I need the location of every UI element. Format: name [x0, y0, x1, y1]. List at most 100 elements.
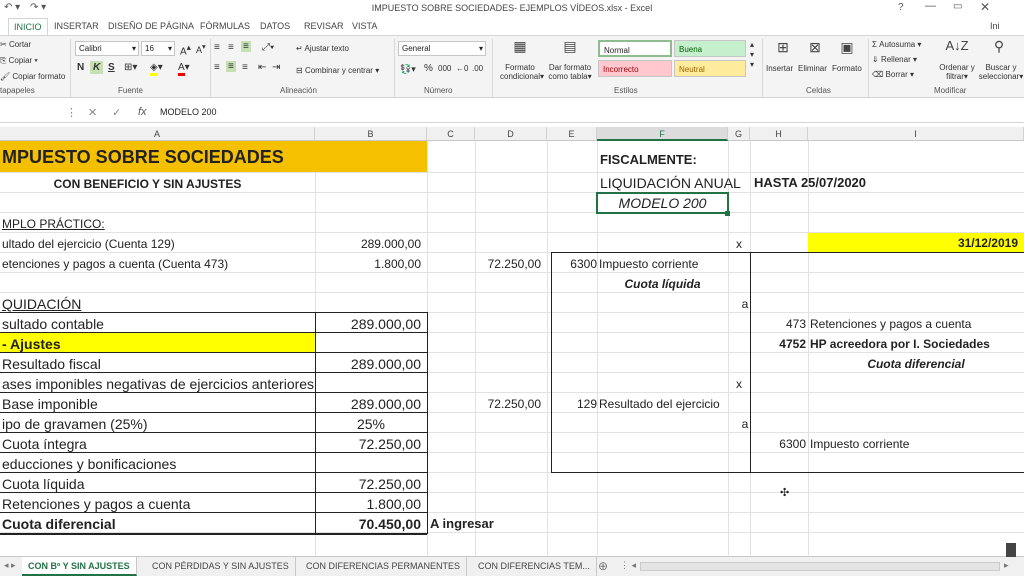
cell-h-4752[interactable]: 4752 — [750, 334, 808, 354]
cut-button[interactable]: ✂ Cortar — [0, 40, 31, 49]
align-top-icon[interactable]: ≡ — [214, 42, 220, 53]
cell-e-129[interactable]: 129 — [551, 394, 599, 414]
column-header-i[interactable]: I — [808, 127, 1024, 141]
sheet-tab-4[interactable]: CON DIFERENCIAS TEM... — [472, 557, 597, 576]
cell-a-r5[interactable]: ultado del ejercicio (Cuenta 129) — [2, 234, 315, 254]
minimize-icon[interactable]: — — [925, 0, 936, 12]
style-buena[interactable]: Buena — [674, 40, 746, 57]
tab-vista[interactable]: VISTA — [352, 18, 377, 35]
grow-font-icon[interactable]: A▴ — [180, 42, 191, 57]
cell-h-473[interactable]: 473 — [750, 314, 808, 334]
cell-f-liquidacion[interactable]: LIQUIDACIÓN ANUAL — [600, 173, 750, 193]
restore-icon[interactable]: ▭ — [953, 1, 962, 12]
sort-filter-button[interactable]: Ordenar y filtrar▾ — [938, 63, 976, 81]
column-header-d[interactable]: D — [475, 127, 547, 141]
sheet-nav-icon[interactable]: ◂ ▸ — [4, 560, 16, 571]
cell-a-r17[interactable]: Cuota líquida — [2, 474, 315, 494]
cell-b-r15[interactable]: 72.250,00 — [315, 434, 427, 454]
conditional-format-icon[interactable]: ▦ — [500, 38, 540, 55]
column-header-a[interactable]: A — [0, 127, 315, 141]
tab-revisar[interactable]: REVISAR — [304, 18, 344, 35]
shrink-font-icon[interactable]: A▾ — [196, 42, 206, 55]
thousands-button[interactable]: 000 — [438, 64, 451, 73]
formula-input[interactable]: MODELO 200 — [160, 107, 217, 117]
orientation-icon[interactable]: ⤢▾ — [262, 42, 274, 53]
cell-a-r12[interactable]: ases imponibles negativas de ejercicios … — [2, 374, 315, 394]
wrap-text-button[interactable]: ↵ Ajustar texto — [296, 44, 349, 53]
cell-b-r17[interactable]: 72.250,00 — [315, 474, 427, 494]
cell-g-a2[interactable]: a — [734, 414, 756, 434]
cell-h-6300[interactable]: 6300 — [750, 434, 808, 454]
align-middle-icon[interactable]: ≡ — [228, 42, 234, 53]
cell-b-r9[interactable]: 289.000,00 — [315, 314, 427, 334]
cell-f-modelo[interactable]: MODELO 200 — [597, 193, 728, 213]
font-size-select[interactable]: 16 ▾ — [141, 41, 175, 56]
insert-function-icon[interactable]: fx — [138, 106, 147, 118]
cell-g-x2[interactable]: x — [728, 374, 750, 394]
cell-a-r16[interactable]: educciones y bonificaciones — [2, 454, 315, 474]
scroll-right-icon[interactable]: ▸ — [1004, 560, 1009, 571]
tab-formulas[interactable]: FÓRMULAS — [200, 18, 250, 35]
cell-b-r19[interactable]: 70.450,00 — [315, 514, 427, 534]
signin-link[interactable]: Ini — [990, 18, 1000, 35]
add-sheet-icon[interactable]: ⊕ — [598, 559, 608, 573]
clear-button[interactable]: ⌫ Borrar ▾ — [872, 70, 914, 79]
worksheet-grid[interactable]: MPUESTO SOBRE SOCIEDADES CON BENEFICIO Y… — [0, 141, 1024, 555]
cell-f-impuesto[interactable]: Impuesto corriente — [599, 254, 729, 274]
style-neutral[interactable]: Neutral — [674, 60, 746, 77]
currency-icon[interactable]: 💱▾ — [400, 64, 416, 75]
sheet-tab-1[interactable]: CON Bº Y SIN AJUSTES — [22, 557, 137, 576]
cell-a-r19[interactable]: Cuota diferencial — [2, 514, 315, 534]
column-header-h[interactable]: H — [750, 127, 808, 141]
style-incorrecto[interactable]: Incorrecto — [598, 60, 672, 77]
number-format-select[interactable]: General ▾ — [398, 41, 486, 56]
table-format-button[interactable]: Dar formato como tabla▾ — [546, 63, 594, 81]
sheet-tab-2[interactable]: CON PÉRDIDAS Y SIN AJUSTES — [146, 557, 296, 576]
autosum-button[interactable]: Σ Autosuma ▾ — [872, 40, 921, 49]
vertical-scroll-handle[interactable] — [1006, 543, 1016, 557]
sheet-title[interactable]: MPUESTO SOBRE SOCIEDADES — [2, 145, 422, 169]
conditional-format-button[interactable]: Formato condicional▾ — [500, 63, 544, 81]
copy-button[interactable]: ⎘ Copiar ▾ — [0, 56, 38, 66]
tab-insertar[interactable]: INSERTAR — [54, 18, 99, 35]
align-right-icon[interactable]: ≡ — [242, 62, 248, 73]
delete-cells-icon[interactable]: ⊠ — [800, 39, 830, 56]
column-header-e[interactable]: E — [547, 127, 597, 141]
cell-i-date[interactable]: 31/12/2019 — [808, 233, 1024, 253]
styles-scroll-icon[interactable]: ▴ ▾ ▾ — [750, 40, 754, 70]
borders-icon[interactable]: ⊞▾ — [124, 62, 137, 73]
cell-b-r13[interactable]: 289.000,00 — [315, 394, 427, 414]
align-center-icon[interactable]: ≡ — [226, 61, 236, 72]
cell-i-hp[interactable]: HP acreedora por I. Sociedades — [810, 334, 1024, 354]
copy-format-button[interactable]: 🖌 Copiar formato — [0, 72, 65, 81]
cell-e-6300[interactable]: 6300 — [551, 254, 599, 274]
fill-button[interactable]: ⇓ Rellenar ▾ — [872, 55, 917, 64]
font-color-icon[interactable]: A▾ — [178, 62, 190, 76]
cell-b-r5[interactable]: 289.000,00 — [315, 234, 427, 254]
font-name-select[interactable]: Calibri ▾ — [75, 41, 139, 56]
cell-d-r6[interactable]: 72.250,00 — [475, 254, 547, 274]
cell-a-liquidacion[interactable]: QUIDACIÓN — [2, 294, 315, 314]
sheet-subtitle[interactable]: CON BENEFICIO Y SIN AJUSTES — [0, 174, 295, 194]
underline-button[interactable]: S — [108, 62, 115, 73]
cell-a-r15[interactable]: Cuota íntegra — [2, 434, 315, 454]
format-cells-button[interactable]: Formato — [832, 64, 862, 73]
tab-inicio[interactable]: INICIO — [8, 18, 48, 35]
cell-c-r19[interactable]: A ingresar — [430, 514, 530, 534]
cell-a-ejemplo[interactable]: MPLO PRÁCTICO: — [2, 214, 315, 234]
sheet-tab-3[interactable]: CON DIFERENCIAS PERMANENTES — [300, 557, 468, 576]
column-header-g[interactable]: G — [728, 127, 750, 141]
bold-button[interactable]: N — [77, 62, 84, 73]
column-header-f[interactable]: F — [597, 127, 728, 141]
cell-d-r13[interactable]: 72.250,00 — [475, 394, 547, 414]
cell-g-a1[interactable]: a — [734, 294, 756, 314]
cell-a-r13[interactable]: Base imponible — [2, 394, 315, 414]
cell-b-r14[interactable]: 25% — [315, 414, 427, 434]
help-icon[interactable]: ? — [898, 2, 904, 13]
scroll-options-icon[interactable]: ⋮ ◂ — [620, 560, 636, 571]
cancel-icon[interactable]: ✕ — [88, 106, 97, 119]
close-icon[interactable]: ✕ — [980, 0, 990, 14]
increase-indent-icon[interactable]: ⇥ — [272, 62, 280, 73]
horizontal-scrollbar[interactable] — [640, 562, 1000, 571]
fill-handle[interactable] — [725, 211, 730, 216]
